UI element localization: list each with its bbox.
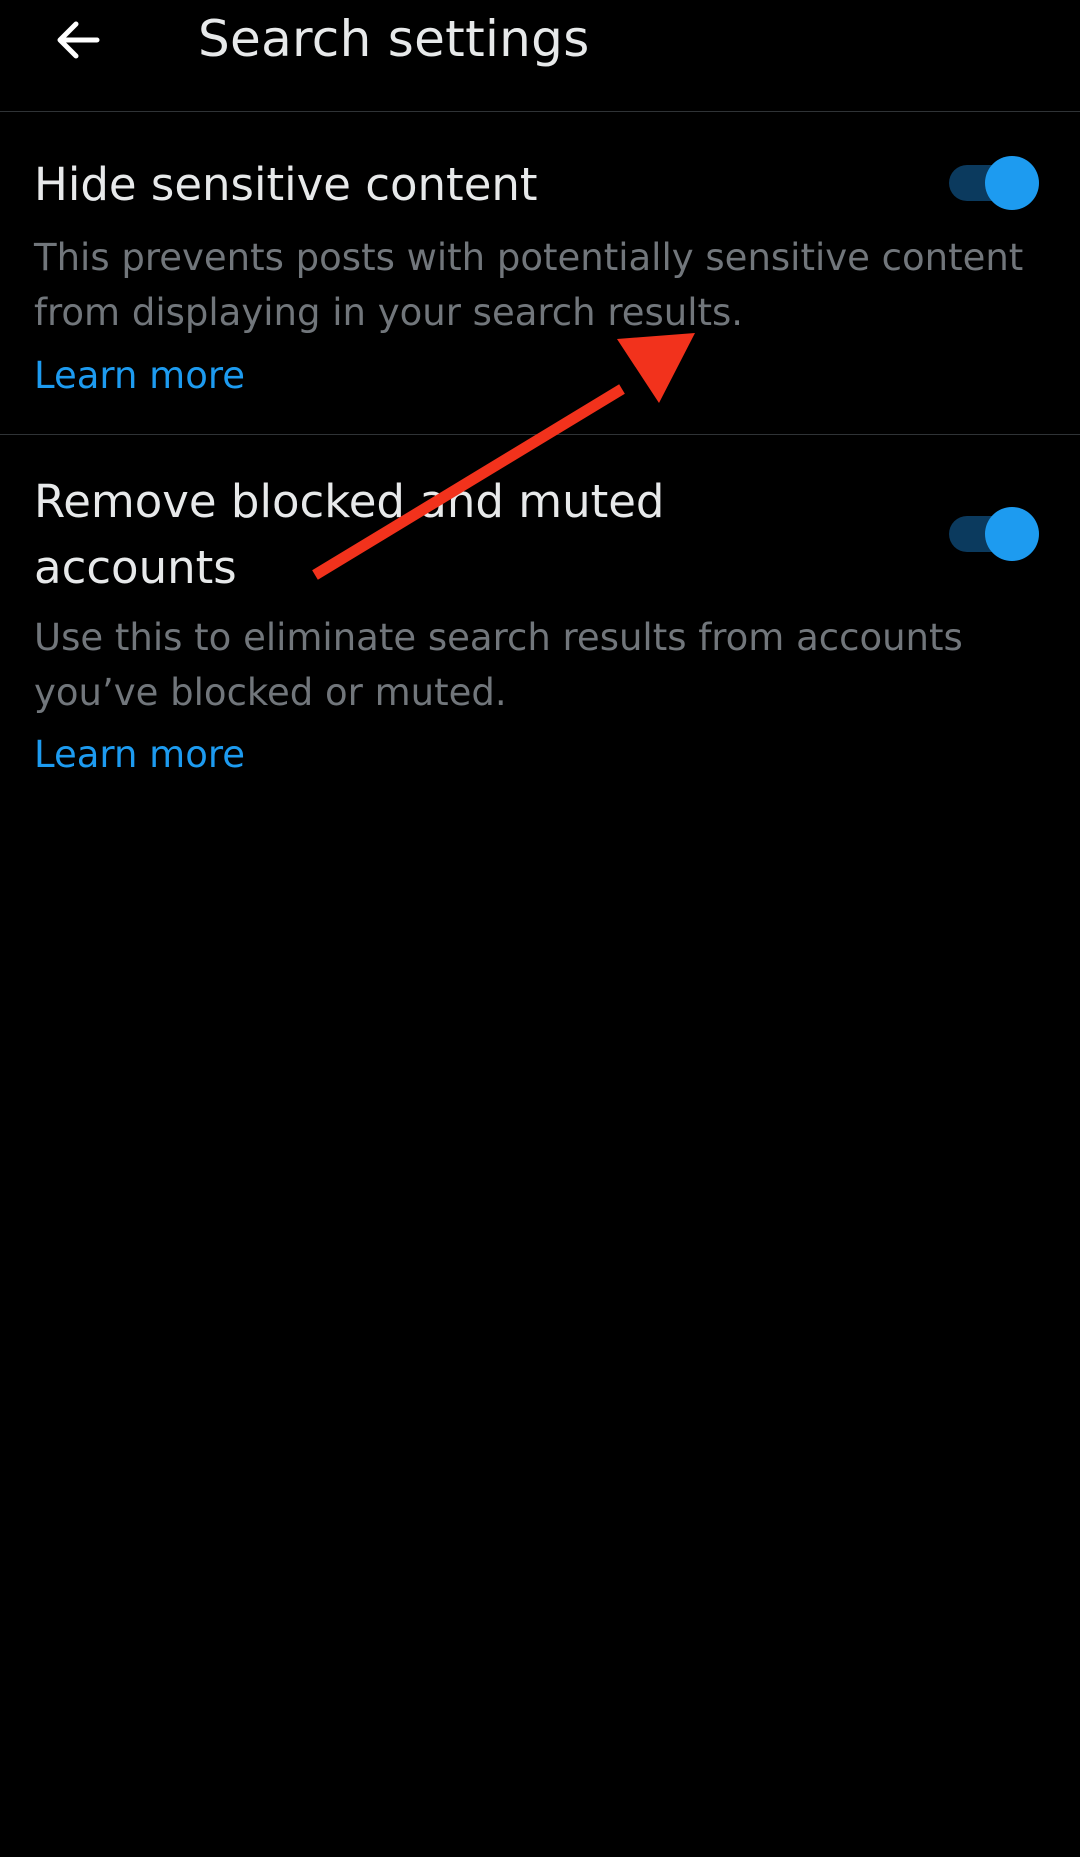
setting-remove-blocked-muted: Remove blocked and muted accounts Use th… [0,435,1080,795]
back-button[interactable] [40,2,116,78]
page-title: Search settings [198,10,590,68]
learn-more-link[interactable]: Learn more [34,727,245,782]
setting-description: Use this to eliminate search results fro… [34,616,963,714]
hide-sensitive-content-toggle[interactable] [949,156,1039,210]
remove-blocked-muted-toggle[interactable] [949,507,1039,561]
top-bar: Search settings [0,0,1080,112]
toggle-thumb [985,507,1039,561]
learn-more-link[interactable]: Learn more [34,348,245,403]
arrow-left-icon [57,21,100,59]
setting-title: Hide sensitive content [34,158,538,211]
setting-description: This prevents posts with potentially sen… [34,236,1024,334]
setting-title: Remove blocked and muted accounts [34,475,665,594]
toggle-thumb [985,156,1039,210]
setting-hide-sensitive-content: Hide sensitive content This prevents pos… [0,112,1080,435]
